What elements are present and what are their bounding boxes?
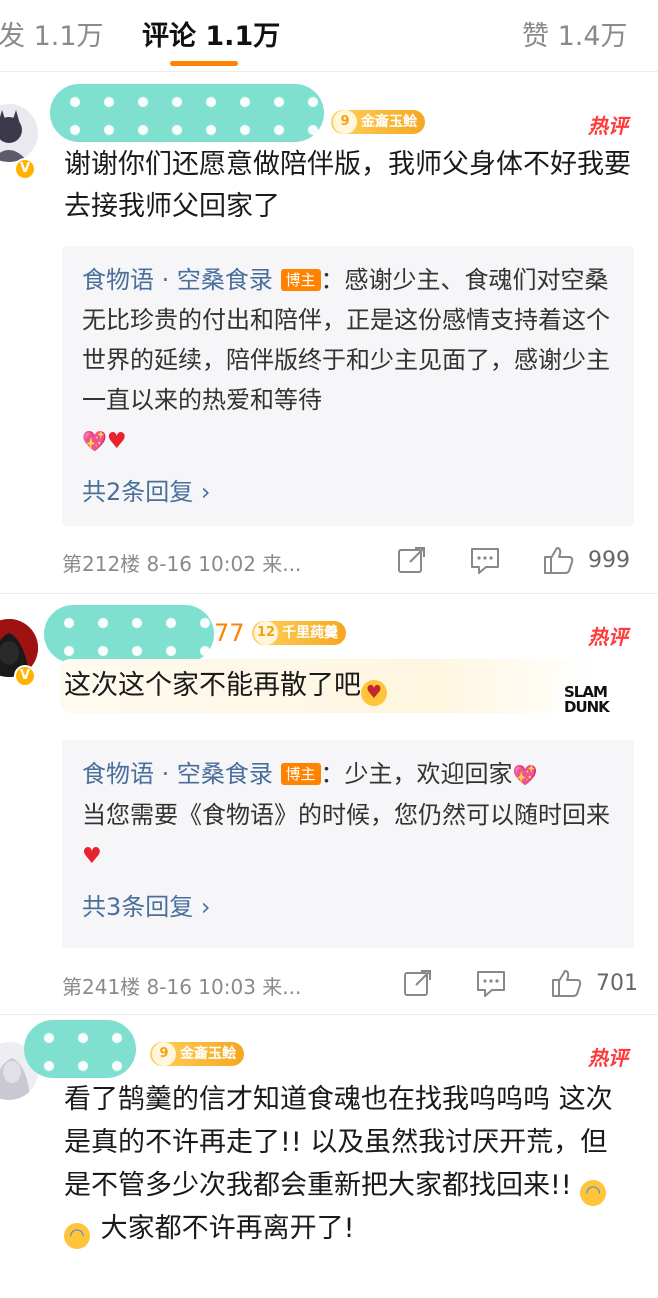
slam-dunk-logo-text: SLAM DUNK	[564, 683, 610, 716]
reply-author-link[interactable]: 食物语 · 空桑食录	[82, 266, 273, 294]
sparkling-heart-icon: 💖	[512, 763, 538, 787]
reply-text-2: 当您需要《食物语》的时候，您仍然可以随时回来	[82, 801, 610, 829]
red-heart-icon: ♥	[82, 844, 102, 869]
comment-meta-bar: 第241楼 8-16 10:03 来... 701	[62, 963, 638, 1003]
blogger-tag: 博主	[280, 763, 321, 785]
reply-comment-icon[interactable]	[474, 967, 508, 999]
reply-preview[interactable]: 食物语 · 空桑食录 博主 ：少主，欢迎回家💖 当您需要《食物语》的时候，您仍然可以…	[62, 740, 634, 948]
comment-text-body: 看了鹄羹的信才知道食魂也在找我呜呜呜 这次是真的不许再走了!! 以及虽然我讨厌开…	[64, 1084, 613, 1201]
tab-likes[interactable]: 赞 1.4万	[522, 14, 628, 53]
tab-comments[interactable]: 评论 1.1万	[142, 14, 280, 53]
thumbs-up-icon[interactable]	[542, 544, 576, 576]
like-count: 701	[596, 971, 638, 996]
verified-badge-icon: V	[14, 665, 36, 687]
comment-meta-bar: 第212楼 8-16 10:02 来... 999	[62, 540, 636, 580]
fan-level-title: 千里莼羹	[282, 625, 338, 641]
hot-comment-label: 热评	[588, 625, 628, 649]
reply-text: ：少主，欢迎回家	[320, 760, 513, 788]
username-redacted[interactable]	[50, 84, 324, 142]
share-icon[interactable]	[400, 967, 434, 999]
sparkling-heart-icon: 💖	[82, 429, 107, 453]
blogger-tag: 博主	[280, 269, 321, 291]
crying-emoji-icon: ◠	[64, 1223, 90, 1249]
fan-level-title: 金齑玉鲙	[361, 114, 417, 130]
comment-item: V 9 金齑玉鲙 热评 谢谢你们还愿意做陪伴版，我师父身体不好我要去接我师父回家…	[0, 74, 658, 594]
floor-time-source: 第212楼 8-16 10:02 来...	[62, 552, 302, 576]
fan-level-number: 12	[254, 621, 278, 645]
floor-time-source: 第241楼 8-16 10:03 来...	[62, 975, 302, 999]
comment-text: 谢谢你们还愿意做陪伴版，我师父身体不好我要去接我师父回家了	[64, 149, 631, 222]
share-icon[interactable]	[394, 544, 428, 576]
reply-content: 食物语 · 空桑食录 博主 ：少主，欢迎回家💖 当您需要《食物语》的时候，您仍然可以…	[82, 754, 614, 877]
active-tab-indicator	[170, 61, 238, 66]
fan-level-number: 9	[333, 110, 357, 134]
comment-text-end: 大家都不许再离开了!	[92, 1213, 355, 1244]
red-heart-icon: ♥	[106, 429, 127, 454]
thumbs-up-icon[interactable]	[550, 967, 584, 999]
username-redacted[interactable]	[24, 1020, 136, 1078]
verified-badge-icon: V	[14, 158, 36, 180]
comment-text: 看了鹄羹的信才知道食魂也在找我呜呜呜 这次是真的不许再走了!! 以及虽然我讨厌开…	[64, 1078, 634, 1250]
comment-text-body: 这次这个家不能再散了吧	[64, 670, 361, 701]
tab-reposts[interactable]: 发 1.1万	[0, 14, 104, 53]
reply-comment-icon[interactable]	[468, 544, 502, 576]
view-replies-link[interactable]: 共3条回复 ›	[82, 887, 614, 922]
comment-item: 9 金齑玉鲙 热评 看了鹄羹的信才知道食魂也在找我呜呜呜 这次是真的不许再走了!…	[0, 1016, 658, 1298]
comment-item: V 77 12 千里莼羹 热评 这次这个家不能再散了吧 ♥ SLAM DUNK 食…	[0, 595, 658, 1015]
like-count: 999	[588, 548, 630, 573]
fan-level-badge[interactable]: 12 千里莼羹	[252, 621, 346, 645]
reply-author-link[interactable]: 食物语 · 空桑食录	[82, 760, 273, 788]
crying-emoji-icon: ◠	[580, 1180, 607, 1206]
fan-level-badge[interactable]: 9 金齑玉鲙	[331, 110, 425, 134]
fan-level-badge[interactable]: 9 金齑玉鲙	[150, 1042, 244, 1066]
hot-comment-label: 热评	[588, 1046, 628, 1070]
reply-preview[interactable]: 食物语 · 空桑食录 博主 ：感谢少主、食魂们对空桑无比珍贵的付出和陪伴，正是这份…	[62, 246, 634, 526]
reply-content: 食物语 · 空桑食录 博主 ：感谢少主、食魂们对空桑无比珍贵的付出和陪伴，正是这份…	[82, 260, 614, 462]
view-replies-link[interactable]: 共2条回复 ›	[82, 472, 614, 507]
hot-comment-label: 热评	[588, 114, 628, 138]
comment-tabs: 发 1.1万 评论 1.1万 赞 1.4万	[0, 0, 658, 72]
username-suffix[interactable]: 77	[214, 619, 245, 647]
slam-dunk-logo: SLAM DUNK	[548, 677, 622, 725]
kiss-emoji-icon: ♥	[361, 680, 387, 706]
username-redacted[interactable]	[44, 605, 214, 663]
avatar[interactable]	[0, 104, 38, 162]
fan-level-title: 金齑玉鲙	[180, 1046, 236, 1062]
fan-level-number: 9	[152, 1042, 176, 1066]
